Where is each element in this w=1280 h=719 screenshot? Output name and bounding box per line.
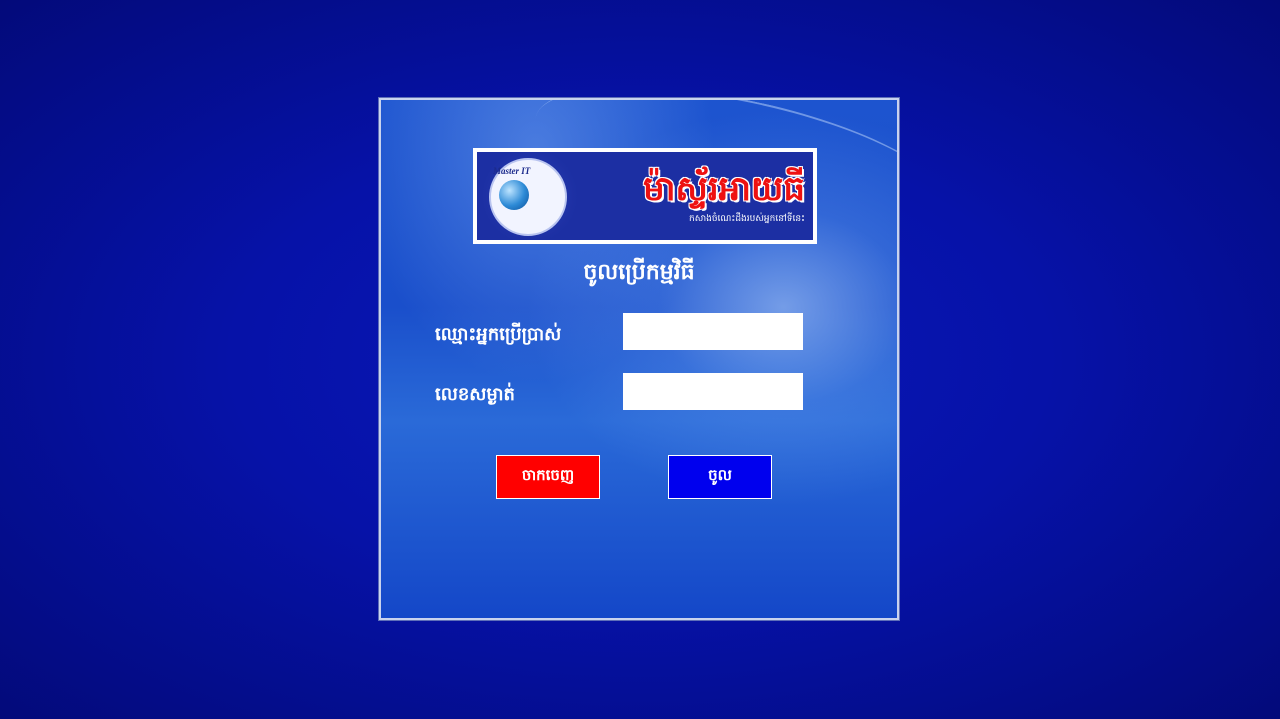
brand-logo: Master IT ម៉ាស្ទ័រអាយធី កសាងចំណេះដឹងរបស់… xyxy=(473,148,817,244)
logo-banner: Master IT ម៉ាស្ទ័រអាយធី កសាងចំណេះដឹងរបស់… xyxy=(477,152,813,240)
logo-title: ម៉ាស្ទ័រអាយធី xyxy=(643,168,805,209)
logo-title-wrap: ម៉ាស្ទ័រអាយធី កសាងចំណេះដឹងរបស់អ្នកនៅទីនេ… xyxy=(582,152,813,240)
globe-icon xyxy=(499,180,529,210)
login-heading: ចូលប្រើកម្មវិធី xyxy=(583,260,695,285)
username-input[interactable] xyxy=(623,313,803,350)
login-dialog: Master IT ម៉ាស្ទ័រអាយធី កសាងចំណេះដឹងរបស់… xyxy=(378,97,900,621)
logo-subtitle: កសាងចំណេះដឹងរបស់អ្នកនៅទីនេះ xyxy=(688,213,805,224)
logo-emblem: Master IT xyxy=(477,152,582,240)
exit-button[interactable]: ចាកចេញ xyxy=(496,455,600,499)
username-label: ឈ្មោះអ្នកប្រើប្រាស់ xyxy=(435,324,562,345)
password-input[interactable] xyxy=(623,373,803,410)
emblem-text: Master IT xyxy=(493,166,531,176)
password-label: លេខសម្ងាត់ xyxy=(435,384,515,405)
login-button[interactable]: ចូល xyxy=(668,455,772,499)
